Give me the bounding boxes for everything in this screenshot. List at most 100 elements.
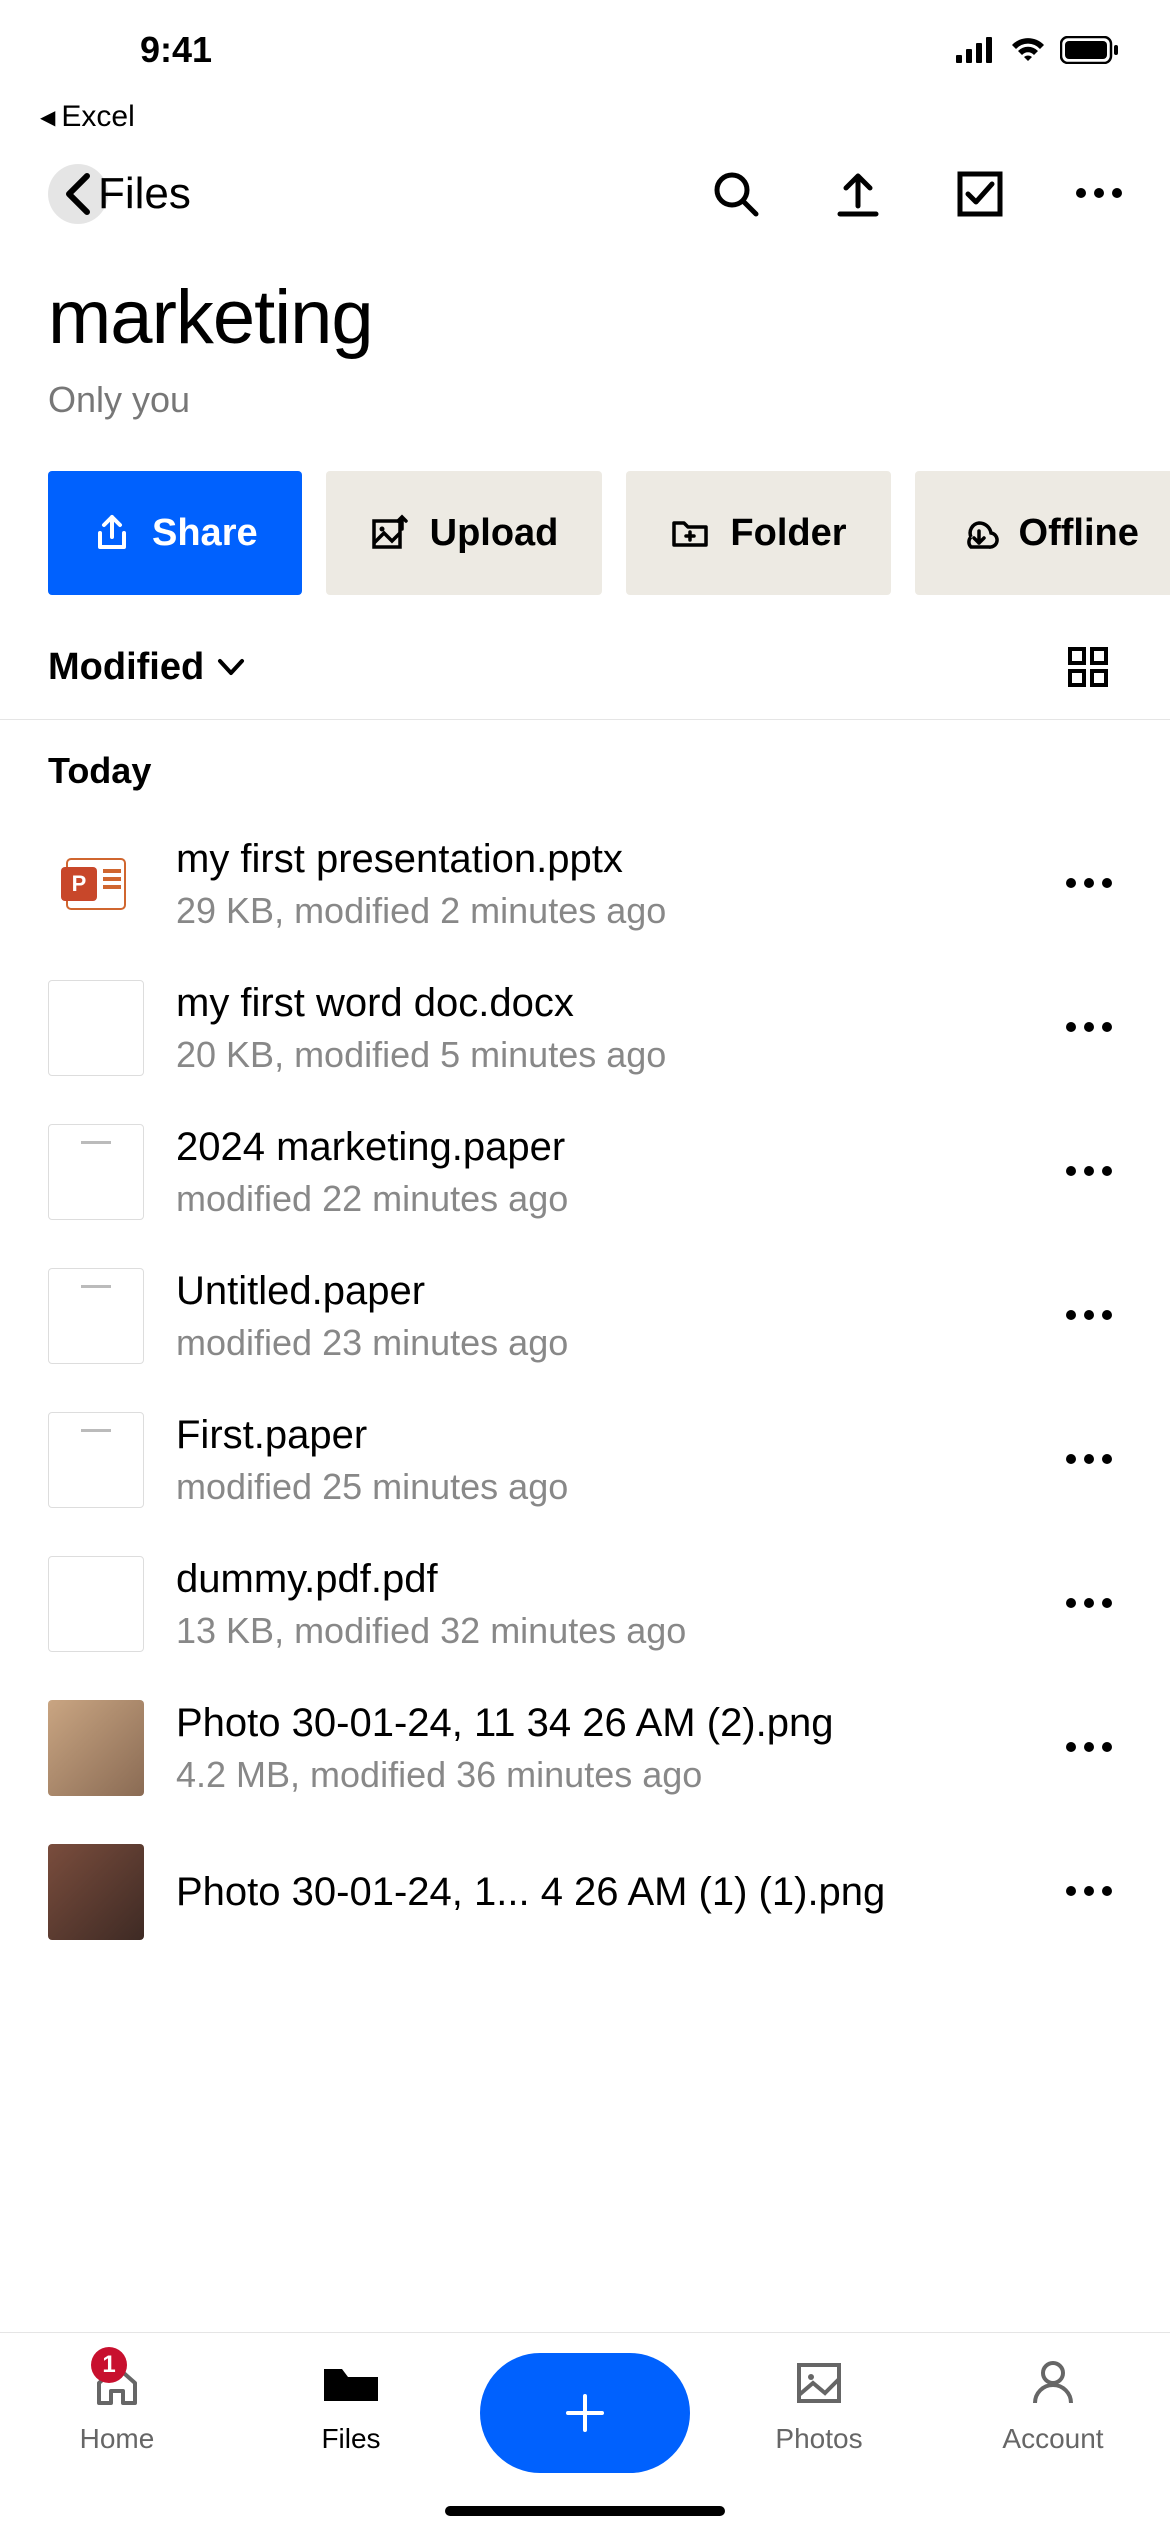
file-thumb [48,1268,144,1364]
upload-nav-button[interactable] [832,168,884,220]
file-more-button[interactable] [1056,1297,1122,1335]
upload-button[interactable]: Upload [326,471,603,595]
file-list: Pmy first presentation.pptx 29 KB, modifi… [0,812,1170,1964]
file-meta: 13 KB, modified 32 minutes ago [176,1610,1024,1652]
file-more-button[interactable] [1056,1585,1122,1623]
offline-button[interactable]: Offline [915,471,1170,595]
upload-icon [832,168,884,220]
folder-button[interactable]: Folder [626,471,890,595]
file-row[interactable]: Photo 30-01-24, 11 34 26 AM (2).png 4.2 M… [0,1676,1170,1820]
plus-icon [560,2388,610,2438]
file-thumb [48,1124,144,1220]
file-thumb [48,1700,144,1796]
image-upload-icon [370,513,410,553]
ellipsis-icon [1076,188,1122,198]
home-badge: 1 [91,2347,127,2383]
app-back-breadcrumb[interactable]: ◀ Excel [0,100,1170,134]
more-nav-button[interactable] [1076,185,1122,203]
status-time: 9:41 [140,29,212,71]
tab-account[interactable]: Account [936,2353,1170,2455]
file-info: my first word doc.docx 20 KB, modified 5 … [176,981,1024,1076]
file-row[interactable]: First.papermodified 25 minutes ago [0,1388,1170,1532]
view-toggle-button[interactable] [1066,645,1110,689]
tab-home[interactable]: 1 Home [0,2353,234,2455]
back-label: Files [98,169,191,219]
file-thumb [48,980,144,1076]
select-button[interactable] [954,168,1006,220]
wifi-icon [1010,37,1046,63]
file-more-button[interactable] [1056,1729,1122,1767]
tab-create[interactable] [468,2353,702,2473]
back-app-label: Excel [61,100,134,134]
offline-label: Offline [1019,512,1139,555]
chevron-down-icon [216,657,246,677]
action-strip: Share Upload Folder Offline [0,431,1170,635]
sort-dropdown[interactable]: Modified [48,646,246,689]
checkbox-icon [954,168,1006,220]
tab-photos-label: Photos [775,2423,862,2455]
photos-icon [791,2355,847,2411]
tab-home-label: Home [80,2423,155,2455]
file-row[interactable]: Photo 30-01-24, 1... 4 26 AM (1) (1).png [0,1820,1170,1964]
file-name: my first word doc.docx [176,981,1024,1026]
share-label: Share [152,512,258,555]
file-thumb [48,1412,144,1508]
file-thumb [48,1844,144,1940]
file-info: dummy.pdf.pdf 13 KB, modified 32 minutes … [176,1557,1024,1652]
file-meta: 29 KB, modified 2 minutes ago [176,890,1024,932]
file-more-button[interactable] [1056,1153,1122,1191]
folder-title: marketing [48,274,1122,361]
cellular-icon [956,37,996,63]
file-row[interactable]: dummy.pdf.pdf 13 KB, modified 32 minutes … [0,1532,1170,1676]
ellipsis-icon [1066,1742,1112,1752]
share-button[interactable]: Share [48,471,302,595]
file-more-button[interactable] [1056,865,1122,903]
file-thumb [48,1556,144,1652]
file-meta: modified 25 minutes ago [176,1466,1024,1508]
ellipsis-icon [1066,1166,1112,1176]
file-meta: 4.2 MB, modified 36 minutes ago [176,1754,1024,1796]
tab-account-label: Account [1002,2423,1103,2455]
ellipsis-icon [1066,1454,1112,1464]
tab-bar: 1 Home Files Photos Account [0,2332,1170,2532]
file-name: Untitled.paper [176,1269,1024,1314]
folder-subtitle: Only you [48,379,1122,421]
title-block: marketing Only you [0,244,1170,431]
file-info: Photo 30-01-24, 11 34 26 AM (2).png 4.2 M… [176,1701,1024,1796]
upload-label: Upload [430,512,559,555]
file-more-button[interactable] [1056,1873,1122,1911]
file-info: 2024 marketing.paper modified 22 minutes … [176,1125,1024,1220]
file-meta: 20 KB, modified 5 minutes ago [176,1034,1024,1076]
tab-photos[interactable]: Photos [702,2353,936,2455]
file-name: Photo 30-01-24, 1... 4 26 AM (1) (1).png [176,1870,1024,1915]
account-icon [1025,2355,1081,2411]
ellipsis-icon [1066,1022,1112,1032]
share-icon [92,513,132,553]
sort-row: Modified [0,635,1170,719]
ellipsis-icon [1066,1886,1112,1896]
ellipsis-icon [1066,1598,1112,1608]
back-button[interactable]: Files [48,164,191,224]
file-row[interactable]: Untitled.papermodified 23 minutes ago [0,1244,1170,1388]
create-fab[interactable] [480,2353,690,2473]
file-thumb: P [48,836,144,932]
folder-label: Folder [730,512,846,555]
file-meta: modified 22 minutes ago [176,1178,1024,1220]
file-row[interactable]: 2024 marketing.paper modified 22 minutes … [0,1100,1170,1244]
status-bar: 9:41 [0,0,1170,100]
file-name: Photo 30-01-24, 11 34 26 AM (2).png [176,1701,1024,1746]
file-more-button[interactable] [1056,1009,1122,1047]
file-info: First.papermodified 25 minutes ago [176,1413,1024,1508]
file-name: 2024 marketing.paper [176,1125,1024,1170]
ellipsis-icon [1066,878,1112,888]
file-more-button[interactable] [1056,1441,1122,1479]
file-row[interactable]: my first word doc.docx 20 KB, modified 5 … [0,956,1170,1100]
nav-bar: Files [0,134,1170,244]
file-row[interactable]: Pmy first presentation.pptx 29 KB, modifi… [0,812,1170,956]
grid-icon [1066,645,1110,689]
tab-files[interactable]: Files [234,2353,468,2455]
file-info: my first presentation.pptx 29 KB, modifie… [176,837,1024,932]
file-name: my first presentation.pptx [176,837,1024,882]
search-button[interactable] [710,168,762,220]
file-name: dummy.pdf.pdf [176,1557,1024,1602]
